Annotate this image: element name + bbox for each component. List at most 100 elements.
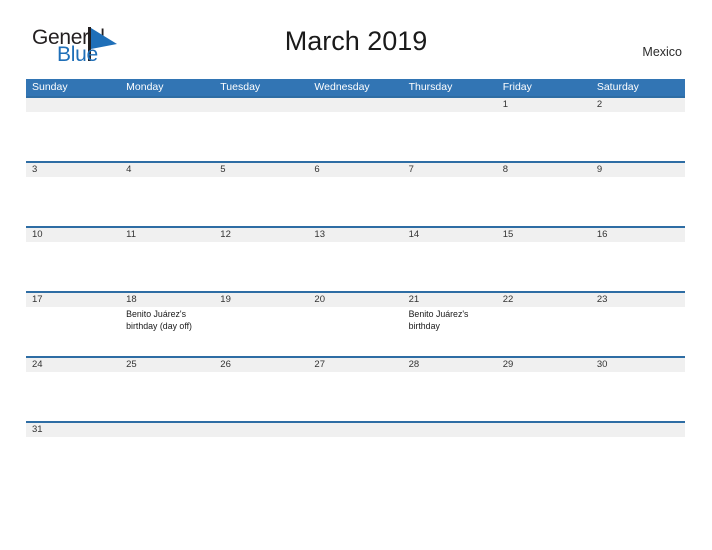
day-number[interactable]: 5: [214, 163, 308, 177]
day-cell: [403, 112, 497, 161]
day-number[interactable]: 28: [403, 358, 497, 372]
day-number[interactable]: 1: [497, 98, 591, 112]
day-cell: [497, 242, 591, 291]
day-number[interactable]: 27: [308, 358, 402, 372]
day-number[interactable]: 19: [214, 293, 308, 307]
day-number: [497, 423, 591, 437]
day-number[interactable]: 6: [308, 163, 402, 177]
weekday-tuesday: Tuesday: [220, 81, 261, 93]
day-cell: [214, 307, 308, 356]
holiday-event[interactable]: Benito Juárez's birthday: [403, 307, 497, 356]
day-cell: [26, 307, 120, 356]
week-date-strip: 24 25 26 27 28 29 30: [26, 358, 685, 372]
calendar-weeks: 1 2 3 4 5 6 7 8 9 10 11 12 13 14 15 16 17 18 19 20 21 22 23 Ben…: [26, 96, 685, 446]
day-number: [214, 98, 308, 112]
day-number[interactable]: 11: [120, 228, 214, 242]
day-number[interactable]: 3: [26, 163, 120, 177]
day-cell: [591, 372, 685, 421]
day-cell: [26, 177, 120, 226]
day-number[interactable]: 23: [591, 293, 685, 307]
day-number[interactable]: 10: [26, 228, 120, 242]
weekday-saturday: Saturday: [596, 81, 639, 93]
day-number[interactable]: 9: [591, 163, 685, 177]
day-cell: [591, 112, 685, 161]
day-number[interactable]: 21: [403, 293, 497, 307]
day-number: [120, 423, 214, 437]
day-number[interactable]: 16: [591, 228, 685, 242]
day-number: [403, 423, 497, 437]
day-number[interactable]: 20: [308, 293, 402, 307]
day-number: [308, 423, 402, 437]
day-number[interactable]: 8: [497, 163, 591, 177]
day-number: [214, 423, 308, 437]
day-cell: [497, 307, 591, 356]
day-number[interactable]: 4: [120, 163, 214, 177]
day-cell: [308, 307, 402, 356]
day-number[interactable]: 12: [214, 228, 308, 242]
day-number[interactable]: 7: [403, 163, 497, 177]
day-cell: [308, 112, 402, 161]
day-cell: [591, 177, 685, 226]
week-date-strip: 12: [26, 98, 685, 112]
day-number: [403, 98, 497, 112]
week-event-strip: [26, 177, 685, 226]
calendar-page: General Blue March 2019 Mexico Sunday Mo…: [0, 0, 712, 550]
day-cell: [497, 372, 591, 421]
day-cell: [120, 372, 214, 421]
week-row: 17 18 19 20 21 22 23 Benito Juárez's birthday (…: [26, 291, 685, 356]
day-number: [26, 98, 120, 112]
day-cell: [120, 177, 214, 226]
day-number[interactable]: 2: [591, 98, 685, 112]
day-cell: [497, 177, 591, 226]
week-date-strip: 10 11 12 13 14 15 16: [26, 228, 685, 242]
day-cell: [120, 242, 214, 291]
day-cell: [26, 242, 120, 291]
day-number[interactable]: 25: [120, 358, 214, 372]
week-row: 12: [26, 96, 685, 161]
week-date-strip: 17 18 19 20 21 22 23: [26, 293, 685, 307]
week-date-strip: 31: [26, 423, 685, 437]
day-number[interactable]: 26: [214, 358, 308, 372]
week-row: 3456789: [26, 161, 685, 226]
week-date-strip: 3456789: [26, 163, 685, 177]
weekday-friday: Friday: [502, 81, 532, 93]
day-number[interactable]: 31: [26, 423, 120, 437]
day-cell: [591, 242, 685, 291]
day-cell: [403, 177, 497, 226]
weekday-header-row: Sunday Monday Tuesday Wednesday Thursday…: [26, 79, 685, 96]
week-event-strip: Benito Juárez's birthday (day off) Benito…: [26, 307, 685, 356]
page-title: March 2019: [284, 26, 428, 56]
week-row: 31: [26, 421, 685, 446]
day-cell: [403, 372, 497, 421]
day-cell: [26, 112, 120, 161]
day-cell: [214, 177, 308, 226]
weekday-wednesday: Wednesday: [314, 81, 370, 93]
day-number[interactable]: 13: [308, 228, 402, 242]
country-label: Mexico: [642, 45, 682, 59]
day-cell: [26, 372, 120, 421]
day-cell: [308, 177, 402, 226]
day-cell: [403, 242, 497, 291]
week-event-strip: [26, 242, 685, 291]
day-cell: [214, 372, 308, 421]
day-number[interactable]: 22: [497, 293, 591, 307]
day-number[interactable]: 14: [403, 228, 497, 242]
calendar-grid: Sunday Monday Tuesday Wednesday Thursday…: [26, 79, 685, 446]
day-cell: [214, 112, 308, 161]
day-number[interactable]: 17: [26, 293, 120, 307]
week-event-strip: [26, 112, 685, 161]
day-cell: [214, 242, 308, 291]
weekday-thursday: Thursday: [408, 81, 453, 93]
week-row: 10 11 12 13 14 15 16: [26, 226, 685, 291]
day-number[interactable]: 30: [591, 358, 685, 372]
day-cell: [308, 242, 402, 291]
day-cell: [497, 112, 591, 161]
day-number[interactable]: 29: [497, 358, 591, 372]
holiday-event[interactable]: Benito Juárez's birthday (day off): [120, 307, 214, 356]
week-event-strip: [26, 372, 685, 421]
day-number[interactable]: 18: [120, 293, 214, 307]
day-number[interactable]: 15: [497, 228, 591, 242]
day-cell: [591, 307, 685, 356]
day-number: [120, 98, 214, 112]
day-number[interactable]: 24: [26, 358, 120, 372]
